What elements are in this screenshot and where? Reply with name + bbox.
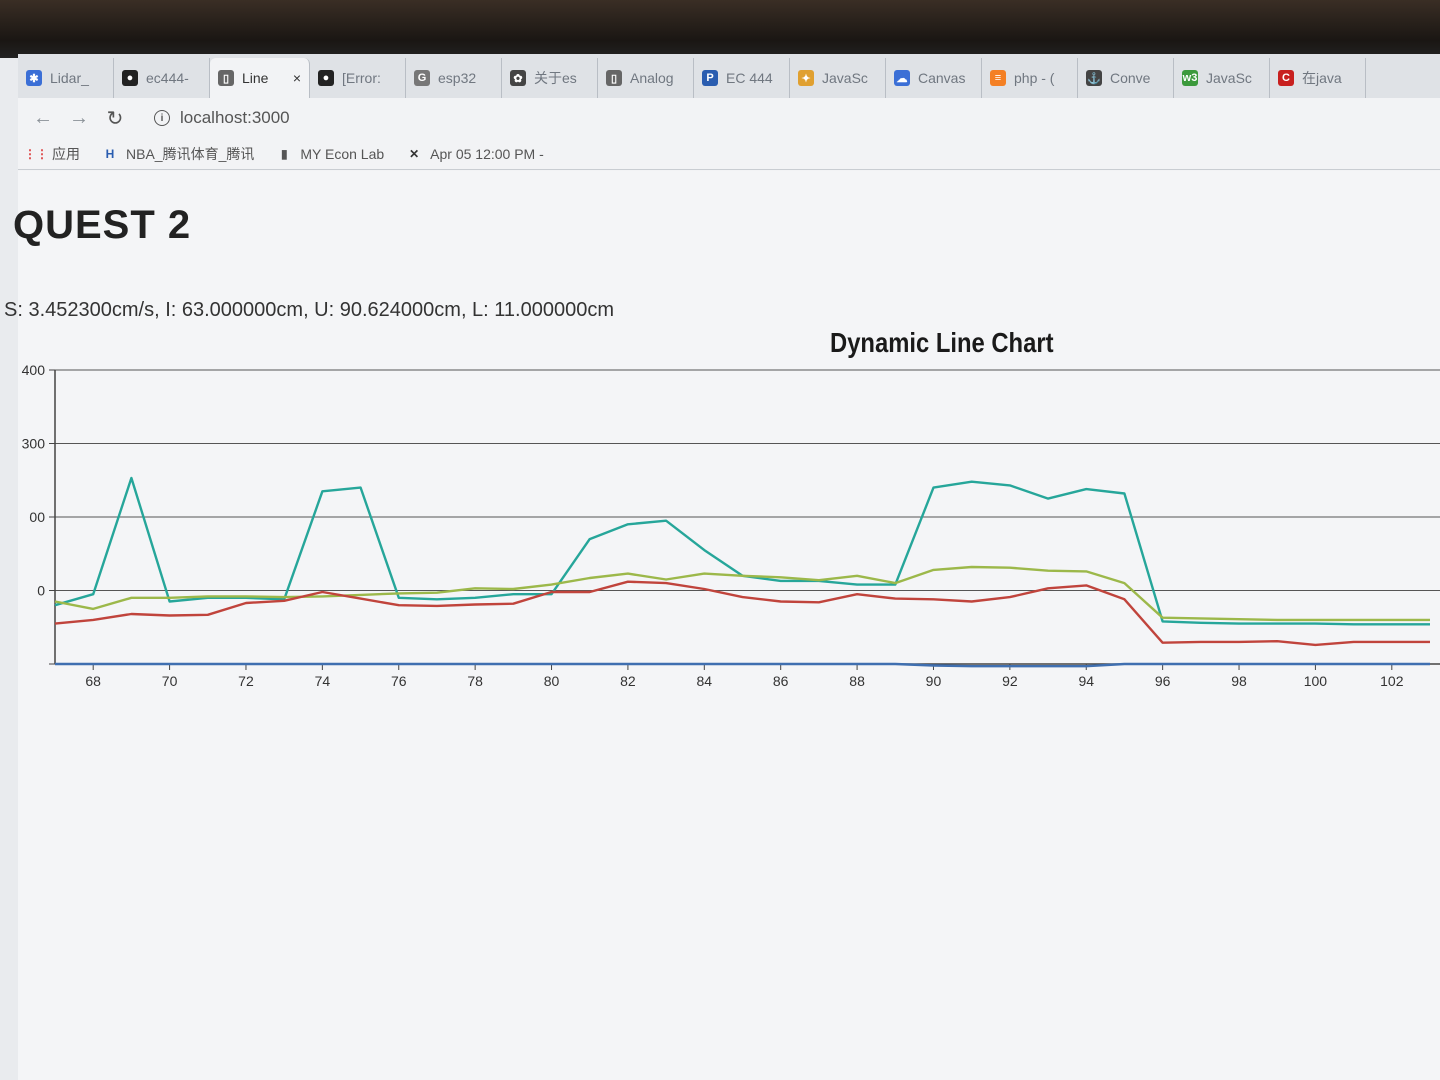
tab-label: 在java: [1302, 70, 1342, 86]
tab-label: Lidar_: [50, 70, 89, 86]
browser-tab[interactable]: ☁ Canvas: [886, 58, 982, 98]
browser-tab[interactable]: ● [Error:: [310, 58, 406, 98]
x-tick-label: 70: [162, 673, 178, 686]
browser-tab[interactable]: C 在java: [1270, 58, 1366, 98]
page-icon: ▯: [606, 70, 622, 86]
bookmark-label: MY Econ Lab: [300, 145, 385, 162]
x-tick-label: 80: [544, 673, 560, 686]
github-icon: ●: [122, 70, 138, 86]
bookmark-item[interactable]: ⋮⋮ 应用: [24, 144, 80, 164]
tab-label: Canvas: [918, 70, 966, 86]
tab-label: [Error:: [342, 70, 381, 86]
x-tick-label: 102: [1380, 673, 1404, 686]
tab-label: php - (: [1014, 70, 1055, 86]
browser-tab[interactable]: ● ec444-: [114, 58, 210, 98]
bookmark-label: NBA_腾讯体育_腾讯: [126, 145, 255, 162]
y-tick-label: 300: [22, 436, 46, 452]
x-tick-label: 74: [315, 673, 331, 686]
x-tick-label: 100: [1304, 673, 1328, 686]
browser-tab[interactable]: ⚓ Conve: [1078, 58, 1174, 98]
x-tick-label: 76: [391, 673, 407, 686]
tab-label: 关于es: [534, 70, 577, 86]
tab-label: ec444-: [146, 70, 189, 86]
browser-toolbar: ← → ↻ i localhost:3000: [18, 98, 1440, 138]
x-tick-label: 68: [85, 673, 101, 686]
browser-tab[interactable]: ✦ JavaSc: [790, 58, 886, 98]
page-content: QUEST 2 S: 3.452300cm/s, I: 63.000000cm,…: [0, 171, 1440, 1080]
x-tick-label: 90: [926, 673, 942, 686]
browser-window: ✱ Lidar_ ● ec444- ▯ Line × ● [Error: Gesp32 ✿ 关于es ▯…: [0, 54, 1440, 1080]
book-icon: ▮: [281, 146, 288, 161]
bookmark-item[interactable]: H NBA_腾讯体育_腾讯: [102, 144, 255, 164]
tab-label: EC 444: [726, 70, 773, 86]
cloud-icon: ☁: [894, 70, 910, 86]
close-tab-icon[interactable]: ×: [293, 70, 301, 86]
leaf-icon: ✿: [510, 70, 526, 86]
y-tick-label: 400: [22, 362, 46, 378]
x-tick-label: 92: [1002, 673, 1018, 686]
x-tick-label: 82: [620, 673, 636, 686]
bookmark-label: Apr 05 12:00 PM -: [430, 145, 544, 162]
x-tick-label: 96: [1155, 673, 1171, 686]
github-icon: ●: [318, 70, 334, 86]
tab-strip: ✱ Lidar_ ● ec444- ▯ Line × ● [Error: Gesp32 ✿ 关于es ▯…: [18, 54, 1440, 98]
page-icon: ▯: [218, 70, 234, 86]
stack-icon: ≡: [990, 70, 1006, 86]
forward-arrow-icon[interactable]: →: [64, 103, 94, 133]
line-chart: 00030040068 70 72 74 76 78 80 82 84 86 88 90 92 94 96 9…: [0, 362, 1440, 686]
monitor-bezel: [0, 0, 1440, 58]
paw-icon: ✱: [26, 70, 42, 86]
p-icon: P: [702, 70, 718, 86]
c-icon: C: [1278, 70, 1294, 86]
x-tick-label: 78: [467, 673, 483, 686]
x-tick-label: 86: [773, 673, 789, 686]
x-cross-icon: ✕: [409, 146, 420, 161]
h-icon: H: [105, 146, 115, 161]
y-tick-label: 00: [29, 509, 45, 525]
tab-label: JavaSc: [1206, 70, 1252, 86]
browser-tab[interactable]: ✱ Lidar_: [18, 58, 114, 98]
address-bar[interactable]: i localhost:3000: [142, 103, 302, 133]
apps-grid-icon: ⋮⋮: [24, 146, 48, 161]
puzzle-icon: ✦: [798, 70, 814, 86]
sensor-readout: S: 3.452300cm/s, I: 63.000000cm, U: 90.6…: [4, 299, 615, 321]
browser-tab[interactable]: Gesp32: [406, 58, 502, 98]
back-arrow-icon[interactable]: ←: [28, 103, 58, 133]
bookmark-item[interactable]: ✕ Apr 05 12:00 PM -: [406, 146, 544, 162]
info-icon[interactable]: i: [154, 110, 170, 126]
x-tick-label: 88: [849, 673, 865, 686]
google-icon: G: [414, 70, 430, 86]
x-tick-label: 98: [1231, 673, 1247, 686]
x-tick-label: 84: [697, 673, 713, 686]
x-tick-label: 72: [238, 673, 254, 686]
browser-tab[interactable]: ▯ Line ×: [210, 58, 310, 98]
tab-label: esp32: [438, 70, 477, 86]
browser-tab[interactable]: ✿ 关于es: [502, 58, 598, 98]
bookmarks-bar: ⋮⋮ 应用 H NBA_腾讯体育_腾讯 ▮ MY Econ Lab ✕ Apr 05 12:0…: [18, 138, 1440, 170]
tab-label: Line: [242, 70, 269, 86]
page-title: QUEST 2: [13, 203, 192, 247]
x-axis-label: Version: [0, 683, 47, 686]
x-tick-label: 94: [1078, 673, 1094, 686]
tab-label: JavaSc: [822, 70, 868, 86]
tab-label: Analog: [630, 70, 674, 86]
url-text: localhost:3000: [180, 108, 290, 127]
bookmark-item[interactable]: ▮ MY Econ Lab: [276, 146, 384, 162]
series-line-2: [54, 565, 1430, 622]
browser-tab[interactable]: w3 JavaSc: [1174, 58, 1270, 98]
w3-icon: w3: [1182, 70, 1198, 86]
tab-label: Conve: [1110, 70, 1151, 86]
browser-tab[interactable]: ≡ php - (: [982, 58, 1078, 98]
series-line-3: [54, 580, 1430, 647]
browser-tab[interactable]: P EC 444: [694, 58, 790, 98]
bookmark-label: 应用: [52, 145, 80, 162]
browser-tab[interactable]: ▯ Analog: [598, 58, 694, 98]
reload-icon[interactable]: ↻: [100, 103, 130, 133]
series-line-4: [55, 662, 1430, 668]
anchor-icon: ⚓: [1086, 70, 1102, 86]
y-tick-label: 0: [37, 583, 45, 599]
